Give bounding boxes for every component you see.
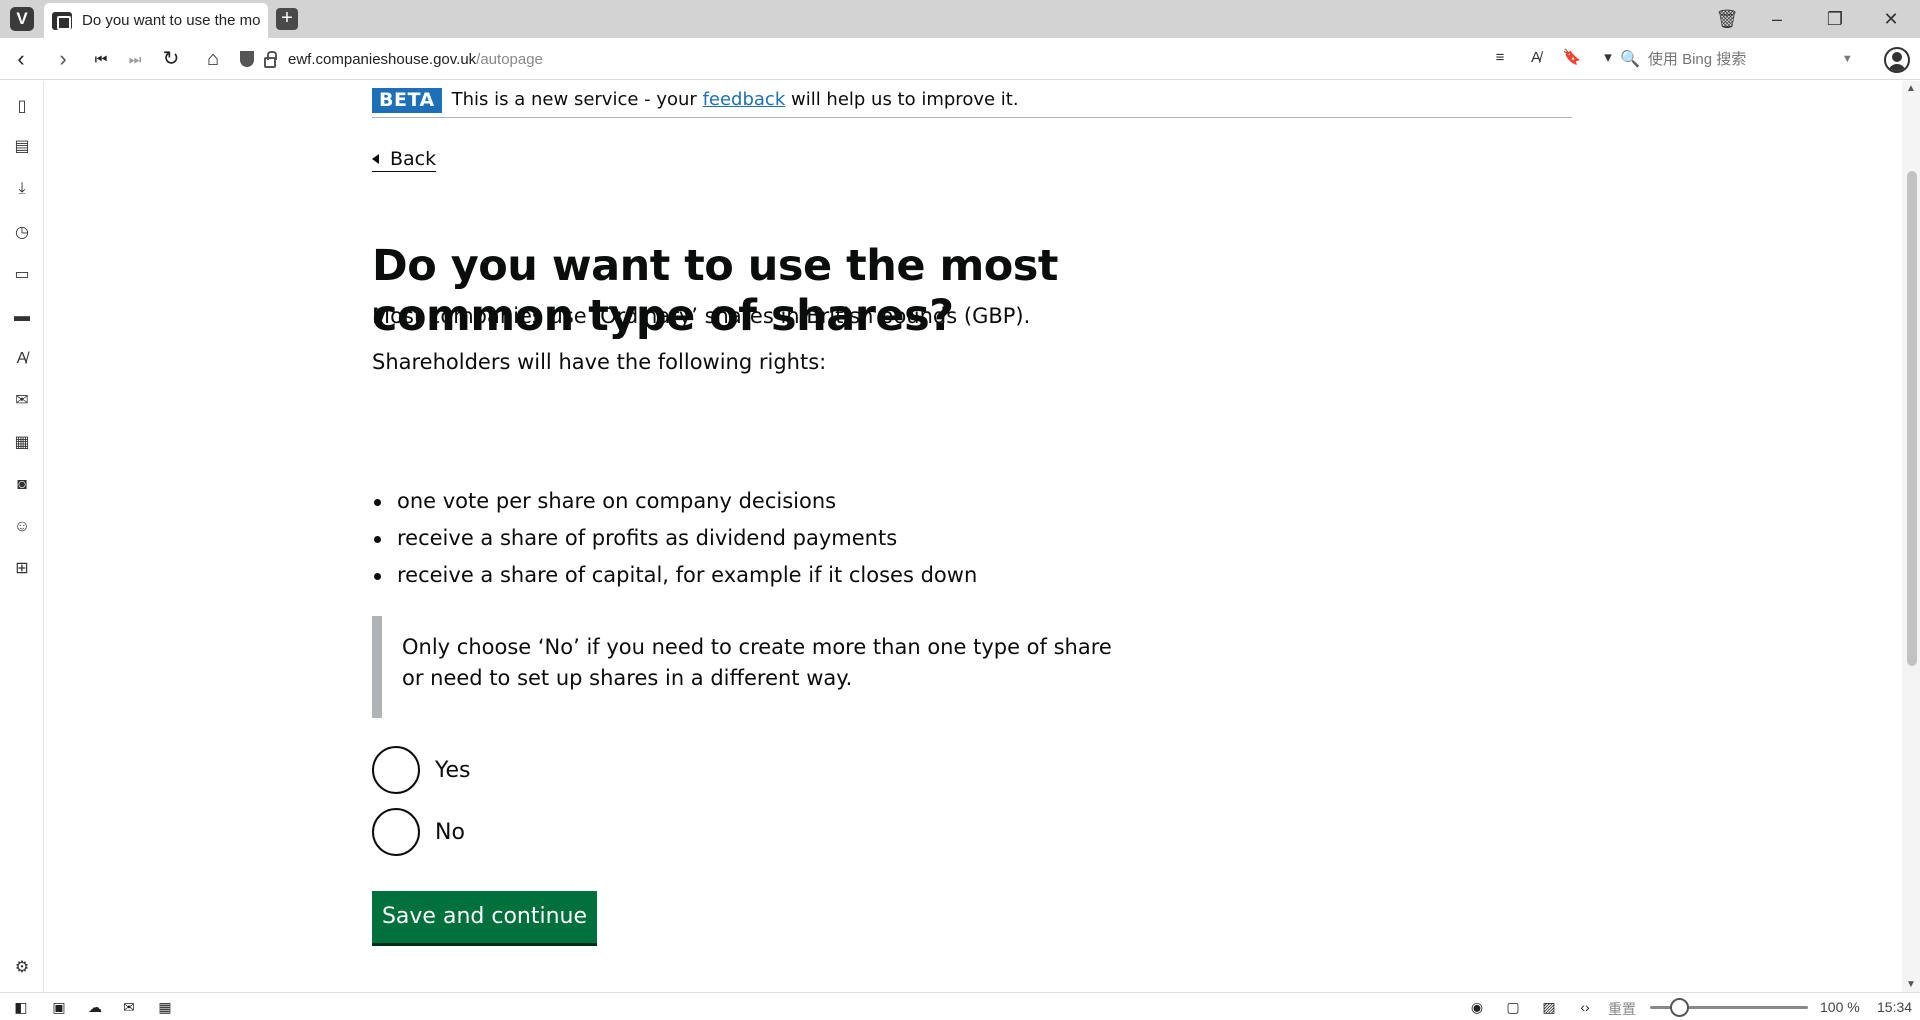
scroll-up-arrow-icon[interactable]: ▲: [1906, 83, 1916, 94]
list-item: receive a share of capital, for example …: [372, 557, 977, 594]
back-link-label: Back: [390, 148, 437, 170]
reading-list-icon[interactable]: ▤: [10, 135, 34, 159]
save-and-continue-button[interactable]: Save and continue: [372, 891, 597, 943]
back-arrow-icon: [372, 154, 379, 164]
cloud-sync-icon[interactable]: ☁: [84, 996, 106, 1018]
radio-yes-label[interactable]: Yes: [435, 758, 471, 783]
intro-paragraph: Most companies use ‘Ordinary’ shares in …: [372, 304, 1031, 328]
search-input[interactable]: [1647, 50, 1838, 68]
page-actions-icon[interactable]: ‹›: [1574, 996, 1596, 1018]
new-tab-button[interactable]: +: [276, 8, 298, 30]
beta-tag: BETA: [372, 88, 442, 113]
trash-icon[interactable]: 🗑: [1712, 5, 1742, 33]
vivaldi-menu-icon[interactable]: V: [10, 7, 34, 31]
status-calendar-icon[interactable]: ▦: [154, 996, 176, 1018]
inset-text: Only choose ‘No’ if you need to create m…: [372, 616, 1112, 718]
radio-yes-input[interactable]: [372, 746, 420, 794]
scroll-thumb[interactable]: [1907, 171, 1917, 666]
translate-panel-icon[interactable]: A̸: [10, 347, 34, 371]
tab-tiling-icon[interactable]: ▣: [48, 996, 70, 1018]
vertical-scrollbar[interactable]: ▲ ▼: [1902, 81, 1920, 992]
address-bar: ‹ › ⏮ ⏭ ↻ ⌂ ewf.companieshouse.gov.uk /a…: [0, 38, 1920, 80]
search-field[interactable]: 🔍 ▼: [1614, 44, 1876, 74]
restore-button[interactable]: ❐: [1820, 5, 1850, 33]
phase-banner-text: This is a new service - your feedback wi…: [452, 88, 1019, 112]
radio-no-input[interactable]: [372, 808, 420, 856]
zoom-reset-label[interactable]: 重置: [1608, 999, 1636, 1019]
crown-favicon-icon: [52, 11, 72, 30]
shield-icon[interactable]: [240, 51, 254, 67]
search-icon: 🔍: [1620, 51, 1640, 68]
side-panel: ▯ ▤ ⤓ ◷ ▭ ▬ A̸ ✉ ▦ ◙ ☺ ⊞ ⚙: [0, 81, 44, 992]
feeds-icon[interactable]: ◙: [10, 473, 34, 497]
search-engine-caret-icon[interactable]: ▼: [1842, 53, 1853, 65]
settings-gear-icon[interactable]: ⚙: [10, 956, 34, 980]
profile-avatar-icon[interactable]: [1884, 47, 1910, 73]
calendar-icon[interactable]: ▦: [10, 431, 34, 455]
bookmarks-panel-icon[interactable]: ▯: [10, 95, 34, 119]
capture-camera-icon[interactable]: ◉: [1466, 996, 1488, 1018]
panel-toggle-icon[interactable]: ◧: [10, 996, 32, 1018]
web-page: BETA This is a new service - your feedba…: [44, 81, 1902, 992]
back-nav-icon[interactable]: ‹: [8, 46, 34, 72]
contacts-icon[interactable]: ☺: [10, 515, 34, 539]
clock: 15:34: [1877, 999, 1913, 1015]
zoom-slider-thumb[interactable]: [1670, 998, 1689, 1017]
phase-text-before: This is a new service - your: [451, 89, 703, 110]
url-domain: ewf.companieshouse.gov.uk: [288, 50, 477, 68]
tile-window-icon[interactable]: ▢: [1502, 996, 1524, 1018]
window-panel-icon[interactable]: ▬: [10, 305, 34, 329]
feedback-link[interactable]: feedback: [703, 89, 786, 110]
status-bar: ◧ ▣ ☁ ✉ ▦ ◉ ▢ ▨ ‹› 重置 100 % 15:34: [0, 992, 1920, 1020]
tab-bar: V Do you want to use the mo + 🗑 – ❐ ✕: [0, 0, 1920, 38]
list-item: one vote per share on company decisions: [372, 483, 977, 520]
scroll-down-arrow-icon[interactable]: ▼: [1906, 979, 1916, 990]
history-icon[interactable]: ◷: [10, 221, 34, 245]
mail-icon[interactable]: ✉: [10, 389, 34, 413]
url-path: /autopage: [476, 50, 543, 68]
back-link[interactable]: Back: [372, 148, 437, 172]
fast-forward-icon[interactable]: ⏭: [122, 46, 148, 72]
tab-title: Do you want to use the mo: [82, 12, 261, 29]
minimize-button[interactable]: –: [1762, 5, 1792, 33]
downloads-icon[interactable]: ⤓: [10, 177, 34, 201]
image-toggle-icon[interactable]: ▨: [1538, 996, 1560, 1018]
notes-icon[interactable]: ▭: [10, 263, 34, 287]
bookmark-icon[interactable]: 🔖: [1562, 46, 1582, 70]
phase-banner: BETA This is a new service - your feedba…: [372, 88, 1572, 118]
translate-icon[interactable]: A̸: [1526, 46, 1546, 70]
close-window-button[interactable]: ✕: [1876, 5, 1906, 33]
zoom-level: 100 %: [1820, 999, 1860, 1015]
radio-no-label[interactable]: No: [435, 820, 465, 845]
rights-intro-paragraph: Shareholders will have the following rig…: [372, 350, 827, 374]
add-panel-icon[interactable]: ⊞: [10, 557, 34, 581]
radio-option-no[interactable]: No: [372, 808, 465, 856]
phase-text-after: will help us to improve it.: [785, 89, 1019, 110]
reader-view-icon[interactable]: ≡: [1490, 46, 1510, 70]
forward-nav-icon[interactable]: ›: [50, 46, 76, 72]
status-mail-icon[interactable]: ✉: [118, 996, 140, 1018]
url-field[interactable]: ewf.companieshouse.gov.uk /autopage: [240, 44, 1610, 74]
reload-icon[interactable]: ↻: [158, 46, 184, 72]
radio-option-yes[interactable]: Yes: [372, 746, 471, 794]
rights-list: one vote per share on company decisions …: [372, 483, 977, 594]
home-icon[interactable]: ⌂: [200, 46, 226, 72]
list-item: receive a share of profits as dividend p…: [372, 520, 977, 557]
lock-icon[interactable]: [264, 50, 277, 68]
tab-active[interactable]: Do you want to use the mo: [44, 3, 268, 38]
url-tools: ≡ A̸ 🔖 ▾: [1490, 46, 1618, 70]
rewind-icon[interactable]: ⏮: [88, 46, 114, 72]
